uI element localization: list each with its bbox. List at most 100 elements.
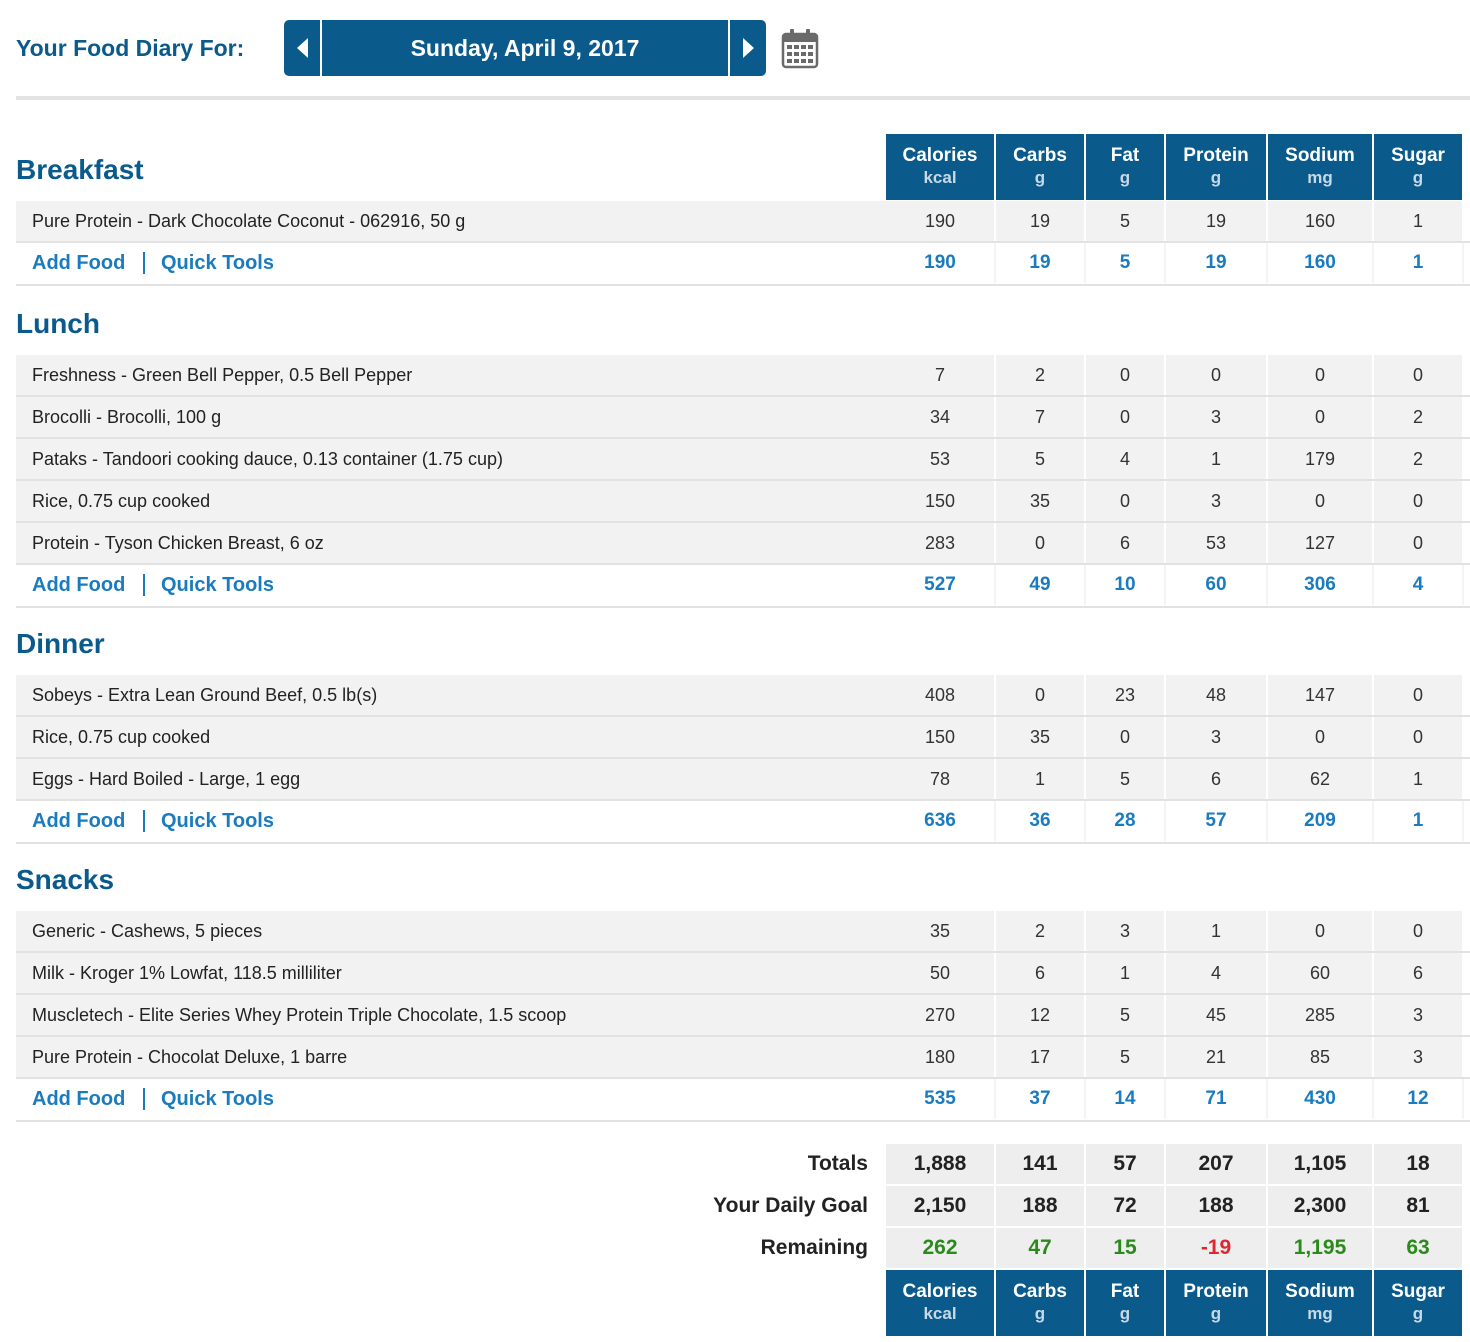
meal-total-calories: 527 [924,574,956,595]
food-protein-value: 45 [1205,1005,1227,1025]
food-entry-name[interactable]: Pure Protein - Chocolat Deluxe, 1 barre [32,1037,347,1077]
food-entry-name[interactable]: Pure Protein - Dark Chocolate Coconut - … [32,201,465,241]
food-carbs-value: 35 [1029,491,1051,511]
food-fat-value: 0 [1119,365,1130,385]
column-gap [1462,675,1464,715]
column-gap [1462,481,1464,521]
food-fat-value: 23 [1114,685,1136,705]
column-gap [1462,565,1464,605]
food-entry-name[interactable]: Freshness - Green Bell Pepper, 0.5 Bell … [32,355,412,395]
summary-remaining-carbs: 47 [1028,1236,1052,1259]
meal-total-sodium: 430 [1304,1088,1336,1109]
column-gap [1462,397,1464,437]
column-gap [1462,801,1464,841]
food-entry-name[interactable]: Rice, 0.75 cup cooked [32,481,210,521]
column-gap [1462,439,1464,479]
food-carbs-value: 2 [1034,365,1045,385]
add-food-link[interactable]: Add Food [32,565,125,605]
footer-col-carbs: Carbs g [996,1270,1084,1336]
header-col-carbs: Carbs g [996,134,1084,200]
column-gap [1462,911,1464,951]
food-calories-value: 180 [924,1047,956,1067]
previous-day-button[interactable] [284,20,320,76]
meal-total-sugar: 12 [1407,1088,1429,1109]
column-name: Calories [902,1281,978,1302]
food-sodium-value: 0 [1314,727,1325,747]
meal-total-calories: 636 [924,810,956,831]
column-unit: mg [1307,1304,1333,1323]
food-fat-value: 4 [1119,449,1130,469]
meal-total-calories: 535 [924,1088,956,1109]
food-carbs-value: 35 [1029,727,1051,747]
header-col-sodium: Sodium mg [1268,134,1372,200]
quick-tools-link[interactable]: Quick Tools [161,1079,274,1119]
column-unit: g [1119,1304,1131,1323]
food-fat-value: 5 [1119,769,1130,789]
food-fat-value: 5 [1119,1005,1130,1025]
food-entry-name[interactable]: Brocolli - Brocolli, 100 g [32,397,221,437]
food-entry-name[interactable]: Muscletech - Elite Series Whey Protein T… [32,995,566,1035]
summary-remaining-fat: 15 [1113,1236,1137,1259]
quick-tools-link[interactable]: Quick Tools [161,801,274,841]
food-protein-value: 1 [1210,449,1221,469]
column-gap [1462,201,1464,241]
column-name: Fat [1110,145,1140,166]
food-fat-value: 5 [1119,1047,1130,1067]
food-protein-value: 1 [1210,921,1221,941]
summary-goal-fat: 72 [1113,1194,1137,1217]
meal-total-sodium: 306 [1304,574,1336,595]
meal-total-fat: 5 [1119,252,1131,273]
food-fat-value: 3 [1119,921,1130,941]
calendar-icon[interactable] [781,27,819,69]
food-sodium-value: 160 [1304,211,1336,231]
meal-total-sugar: 1 [1412,252,1424,273]
meal-total-protein: 71 [1205,1088,1227,1109]
food-protein-value: 53 [1205,533,1227,553]
column-name: Carbs [1013,145,1067,166]
meal-divider [16,284,1470,286]
food-entry-name[interactable]: Pataks - Tandoori cooking dauce, 0.13 co… [32,439,503,479]
food-entry-name[interactable]: Milk - Kroger 1% Lowfat, 118.5 millilite… [32,953,342,993]
add-food-link[interactable]: Add Food [32,243,125,283]
food-protein-value: 0 [1210,365,1221,385]
food-sodium-value: 0 [1314,365,1325,385]
footer-col-sugar: Sugar g [1374,1270,1462,1336]
summary-goal-sodium: 2,300 [1293,1194,1347,1217]
food-calories-value: 78 [929,769,951,789]
food-carbs-value: 19 [1029,211,1051,231]
food-entry-name[interactable]: Protein - Tyson Chicken Breast, 6 oz [32,523,324,563]
food-protein-value: 3 [1210,491,1221,511]
meal-total-fat: 28 [1114,810,1136,831]
footer-col-protein: Protein g [1166,1270,1266,1336]
column-name: Sodium [1285,145,1355,166]
food-fat-value: 6 [1119,533,1130,553]
food-sodium-value: 127 [1304,533,1336,553]
quick-tools-link[interactable]: Quick Tools [161,243,274,283]
next-day-button[interactable] [730,20,766,76]
meal-title-breakfast: Breakfast [16,154,144,185]
food-entry-name[interactable]: Rice, 0.75 cup cooked [32,717,210,757]
meal-title-snacks: Snacks [16,864,115,895]
food-calories-value: 35 [929,921,951,941]
column-name: Sugar [1391,1281,1445,1302]
food-entry-name[interactable]: Eggs - Hard Boiled - Large, 1 egg [32,759,300,799]
column-unit: g [1034,168,1046,187]
quick-tools-link[interactable]: Quick Tools [161,565,274,605]
link-separator [143,252,145,274]
triangle-left-icon [296,38,308,58]
link-separator [143,810,145,832]
food-fat-value: 0 [1119,727,1130,747]
food-calories-value: 150 [924,727,956,747]
food-sodium-value: 85 [1309,1047,1331,1067]
food-entry-name[interactable]: Sobeys - Extra Lean Ground Beef, 0.5 lb(… [32,675,377,715]
column-unit: g [1412,1304,1424,1323]
column-unit: g [1210,1304,1222,1323]
column-gap [1462,243,1464,283]
food-carbs-value: 0 [1034,533,1045,553]
food-calories-value: 270 [924,1005,956,1025]
add-food-link[interactable]: Add Food [32,801,125,841]
food-entry-name[interactable]: Generic - Cashews, 5 pieces [32,911,262,951]
add-food-link[interactable]: Add Food [32,1079,125,1119]
food-sodium-value: 147 [1304,685,1336,705]
current-date[interactable]: Sunday, April 9, 2017 [322,20,728,76]
